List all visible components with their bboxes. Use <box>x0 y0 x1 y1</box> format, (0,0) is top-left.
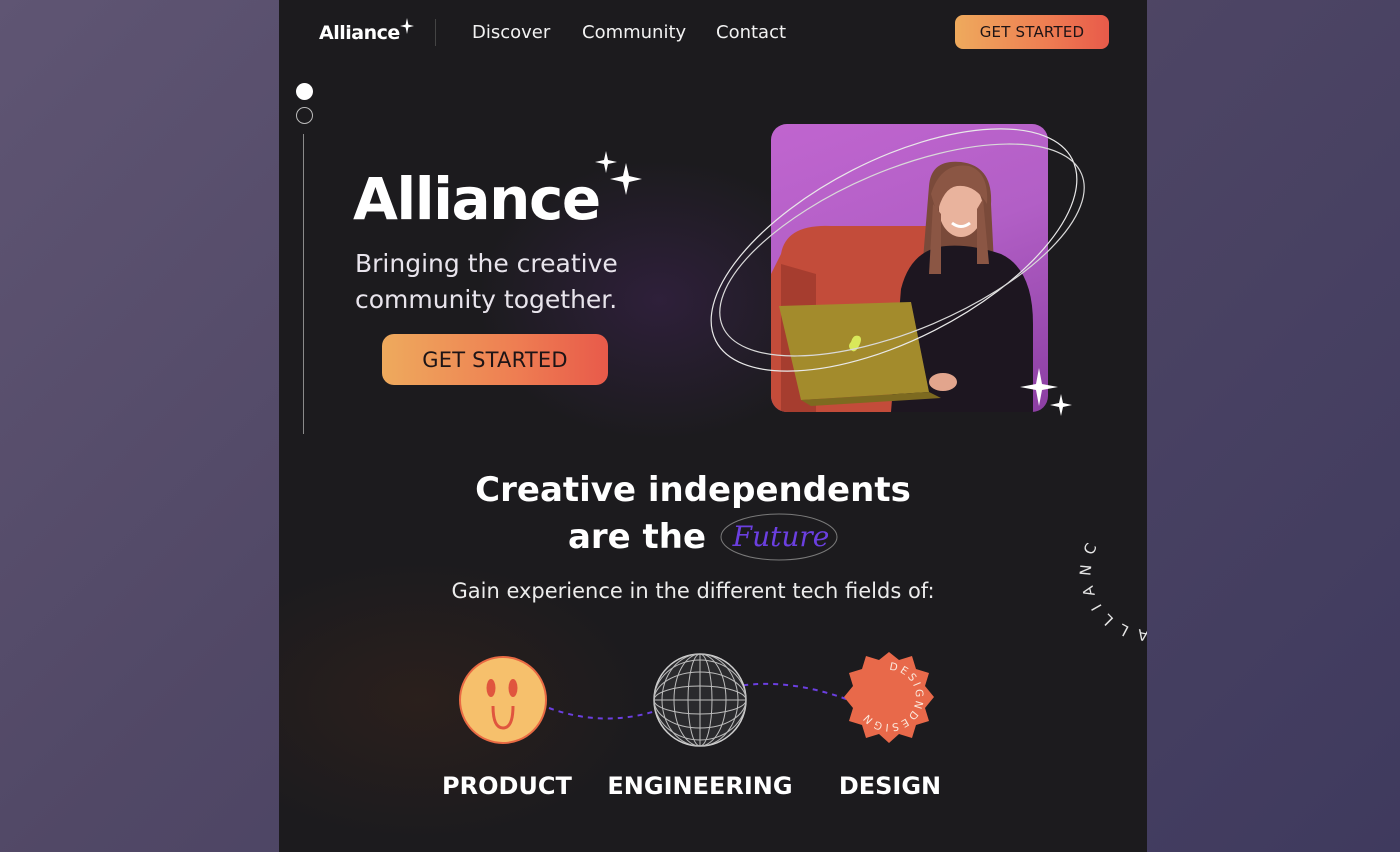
sparkle-icon <box>1020 368 1072 416</box>
rotating-alliance-text: ALLIANC <box>1079 532 1147 644</box>
nav-logo-text: Alliance <box>319 22 400 44</box>
nav-link-community[interactable]: Community <box>582 22 686 43</box>
side-progress-line <box>303 134 304 434</box>
orbit-rings-decoration <box>710 128 1085 372</box>
future-script-wordmark: Future <box>719 512 844 569</box>
nav-logo[interactable]: Alliance <box>319 18 414 44</box>
sparkle-icon <box>594 151 642 195</box>
hero-subtitle-line2: community together. <box>355 285 618 314</box>
nav-link-contact[interactable]: Contact <box>716 22 786 43</box>
hero-get-started-button[interactable]: GET STARTED <box>382 334 608 385</box>
future-script-text: Future <box>732 520 830 553</box>
section-subtitle: Gain experience in the different tech fi… <box>451 579 935 603</box>
fields-illustration: DESIGNDESIGN <box>459 652 934 747</box>
nav-link-discover[interactable]: Discover <box>472 22 550 43</box>
landing-page: Alliance Discover Community Contact GET … <box>279 0 1147 852</box>
rotating-alliance-letters: ALLIANC <box>1079 532 1147 644</box>
hero-subtitle: Bringing the creative community together… <box>355 246 685 318</box>
disco-ball-icon <box>653 653 747 747</box>
field-label-engineering: ENGINEERING <box>607 772 793 800</box>
section-title-line1: Creative independents <box>475 470 911 510</box>
slide-dot[interactable] <box>296 107 313 124</box>
slide-dot-active[interactable] <box>296 83 313 100</box>
future-script-ellipse: Future <box>720 513 838 561</box>
hero-title-text: Alliance <box>353 165 601 233</box>
section-title-line2: are the <box>567 517 707 557</box>
hero-title: Alliance <box>353 151 642 233</box>
smiley-icon <box>459 656 547 744</box>
sparkle-icon <box>399 18 414 34</box>
hero-subtitle-line1: Bringing the creative <box>355 249 618 278</box>
field-label-product: PRODUCT <box>442 772 572 800</box>
nav-get-started-button[interactable]: GET STARTED <box>955 15 1109 49</box>
field-label-design: DESIGN <box>838 772 942 800</box>
nav-divider <box>435 19 436 46</box>
design-badge-icon: DESIGNDESIGN <box>844 652 934 743</box>
